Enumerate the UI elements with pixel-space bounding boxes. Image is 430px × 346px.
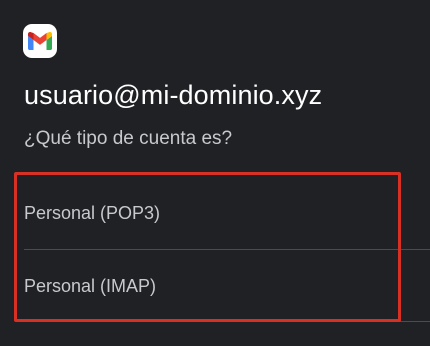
- gmail-logo: [23, 24, 57, 58]
- option-personal-imap[interactable]: Personal (IMAP): [0, 250, 430, 322]
- divider: [24, 321, 430, 322]
- option-label: Personal (IMAP): [24, 275, 157, 296]
- gmail-icon: [28, 32, 52, 50]
- account-type-options: Personal (POP3) Personal (IMAP): [0, 176, 430, 322]
- option-label: Personal (POP3): [24, 202, 161, 223]
- account-type-screen: usuario@mi-dominio.xyz ¿Qué tipo de cuen…: [0, 0, 430, 346]
- account-email: usuario@mi-dominio.xyz: [24, 80, 323, 110]
- account-type-question: ¿Qué tipo de cuenta es?: [24, 128, 233, 149]
- option-personal-pop3[interactable]: Personal (POP3): [0, 176, 430, 250]
